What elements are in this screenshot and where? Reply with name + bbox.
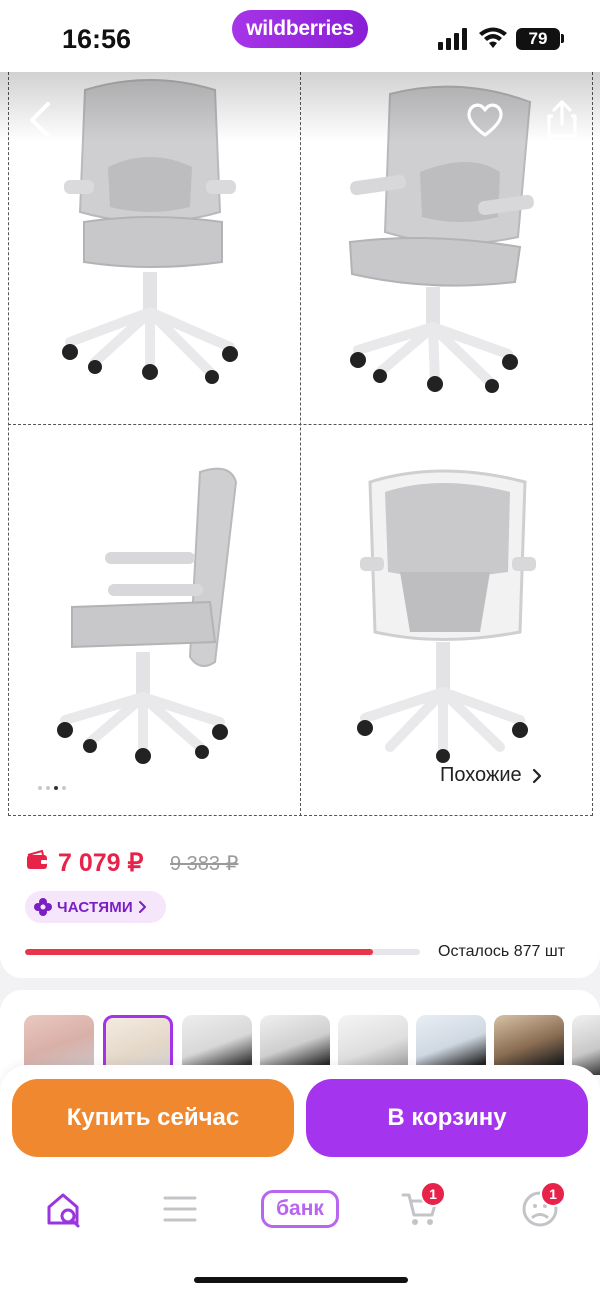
product-gallery[interactable]: Похожие [0, 72, 600, 818]
current-price: 7 079 ₽ [58, 849, 144, 877]
chair-back-image [357, 469, 536, 763]
flower-icon [34, 898, 52, 916]
gallery-pagination [38, 786, 66, 790]
chevron-right-icon [138, 901, 146, 913]
old-price: 9 383 ₽ [170, 853, 239, 875]
bank-icon[interactable]: банк [261, 1190, 339, 1228]
status-time: 16:56 [62, 24, 132, 54]
heart-icon[interactable] [464, 100, 506, 140]
stock-progress-fill [25, 949, 373, 955]
status-bar: 16:56 wildberries 79 [0, 0, 600, 72]
bank-label: банк [276, 1197, 324, 1220]
pagination-dot [62, 786, 66, 790]
brand-name: wildberries [246, 17, 354, 40]
nav-catalog[interactable] [155, 1187, 205, 1231]
similar-link[interactable]: Похожие [440, 764, 542, 787]
home-indicator [194, 1277, 408, 1283]
wallet-icon [27, 850, 47, 869]
gallery-top-shade [0, 72, 600, 142]
signal-icon [438, 28, 467, 50]
chevron-right-icon [532, 768, 541, 783]
catalog-icon [163, 1196, 197, 1222]
brand-logo: wildberries [232, 10, 368, 48]
installments-label: ЧАСТЯМИ [57, 898, 133, 916]
pagination-dot [46, 786, 50, 790]
wifi-icon [479, 27, 507, 48]
nav-home[interactable] [38, 1187, 88, 1231]
profile-badge: 1 [540, 1181, 566, 1207]
similar-label: Похожие [440, 764, 522, 786]
grid-divider-horizontal [8, 424, 592, 425]
stock-progress [25, 949, 420, 955]
chair-side-image [57, 467, 238, 764]
installments-button[interactable]: ЧАСТЯМИ [25, 891, 166, 923]
price-card: 7 079 ₽ 9 383 ₽ ЧАСТЯМИ Осталось 877 шт [0, 818, 600, 978]
stock-remaining: Осталось 877 шт [438, 943, 565, 960]
pagination-dot-active [54, 786, 58, 790]
home-search-icon [47, 1193, 80, 1228]
grid-divider-vertical [300, 72, 301, 816]
pagination-dot [38, 786, 42, 790]
bottom-action-bar: Купить сейчас В корзину банк 1 1 [0, 1065, 600, 1297]
add-to-cart-button[interactable]: В корзину [306, 1079, 588, 1157]
share-icon[interactable] [544, 98, 580, 140]
cart-badge: 1 [420, 1181, 446, 1207]
product-page: 16:56 wildberries 79 Похожие 7 079 ₽ 9 3… [0, 0, 600, 1297]
battery-nub [561, 34, 564, 43]
battery-icon: 79 [516, 28, 560, 50]
back-icon[interactable] [20, 98, 60, 142]
buy-now-button[interactable]: Купить сейчас [12, 1079, 294, 1157]
